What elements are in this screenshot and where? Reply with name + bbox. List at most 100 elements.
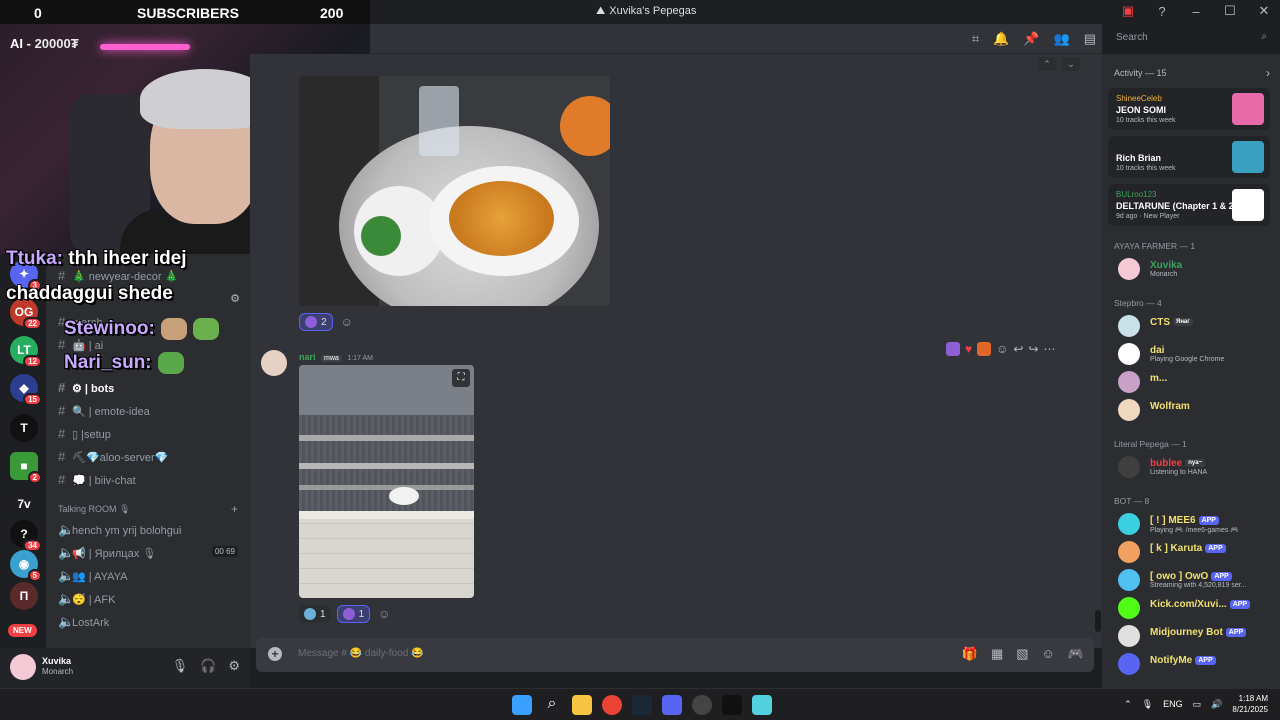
avatar[interactable] xyxy=(10,654,36,680)
server-settings-icon[interactable]: ⚙ xyxy=(230,292,240,305)
member-item[interactable]: Kick.com/Xuvi... APP xyxy=(1118,596,1278,620)
add-reaction-icon[interactable]: ☺ xyxy=(376,605,392,623)
channel-list: ⚙ # 🎄 newyear-decor 🎄 # merch # 🤖 | ai # ⚙ |… xyxy=(46,254,250,648)
message-author[interactable]: nari xyxy=(299,352,316,362)
scrollbar[interactable] xyxy=(1095,610,1101,632)
inbox-icon[interactable]: ▣ xyxy=(1120,3,1136,19)
maximize-button[interactable]: ☐ xyxy=(1222,3,1238,19)
network-icon[interactable]: ▭ xyxy=(1193,699,1202,710)
epic-games-icon[interactable] xyxy=(722,695,742,715)
search-icon[interactable]: ⌕ xyxy=(542,695,562,715)
member-item[interactable]: Xuvika Monarch xyxy=(1118,257,1278,281)
member-item[interactable]: CTS Янаг xyxy=(1118,314,1278,338)
heart-icon[interactable]: ♥ xyxy=(965,342,972,356)
discord-icon[interactable] xyxy=(662,695,682,715)
channel-item[interactable]: # 🎄 newyear-decor 🎄 xyxy=(58,268,178,283)
server-icon-9[interactable]: ◉ 5 xyxy=(10,550,42,582)
voice-channel[interactable]: 🔈👥 | AYAYA xyxy=(58,568,127,584)
voice-channel[interactable]: 🔈📢 | Ярилцах 🎙 xyxy=(58,545,156,561)
channel-item[interactable]: # ▯ |setup xyxy=(58,426,111,441)
gift-icon[interactable]: 🎁 xyxy=(962,646,978,662)
server-icon-5[interactable]: T xyxy=(10,414,38,442)
server-icon-8[interactable]: ? 34 xyxy=(10,520,42,552)
quick-reaction-icon[interactable] xyxy=(977,342,992,356)
members-icon[interactable]: 👥 xyxy=(1054,31,1070,47)
microphone-icon[interactable]: 🎙 xyxy=(1142,699,1153,710)
member-item[interactable]: m... xyxy=(1118,370,1278,394)
member-item[interactable]: [ owo ] OwO APP Streaming with 4,520,819 … xyxy=(1118,568,1278,592)
image-platform-edge xyxy=(299,511,474,519)
minimize-button[interactable]: – xyxy=(1188,4,1204,19)
forward-icon[interactable]: ↪ xyxy=(1028,342,1038,356)
pin-icon[interactable]: 📌 xyxy=(1023,31,1039,47)
channel-item[interactable]: # 🔍 | emote-idea xyxy=(58,403,150,418)
more-icon[interactable]: ⋯ xyxy=(1044,342,1056,356)
steam-icon[interactable] xyxy=(632,695,652,715)
settings-gear-icon[interactable]: ⚙ xyxy=(228,658,240,674)
add-channel-icon[interactable]: + xyxy=(231,502,238,516)
channel-item-active[interactable]: # ⚙ | bots xyxy=(58,380,114,395)
food-image-attachment[interactable] xyxy=(299,76,610,306)
voice-channel[interactable]: 🔈😴 | AFK xyxy=(58,591,115,607)
reaction[interactable]: 2 xyxy=(299,313,333,331)
file-explorer-icon[interactable] xyxy=(572,695,592,715)
train-image-attachment[interactable]: ⛶ xyxy=(299,365,474,598)
voice-category[interactable]: Talking ROOM 🎙 xyxy=(58,504,130,515)
author-tag: mwa xyxy=(321,355,342,362)
server-icon-7[interactable]: 7v xyxy=(10,490,38,518)
chevron-right-icon[interactable]: › xyxy=(1266,66,1270,80)
gif-icon[interactable]: ▦ xyxy=(991,646,1003,662)
avatar[interactable] xyxy=(261,350,287,376)
expand-icon[interactable]: ⛶ xyxy=(452,369,470,387)
quick-reaction-icon[interactable] xyxy=(946,342,960,356)
activity-card[interactable]: BULroo123 DELTARUNE (Chapter 1 & 2... 9d… xyxy=(1108,184,1270,226)
server-icon-4[interactable]: ◆ 15 xyxy=(10,374,42,406)
gamepad-icon[interactable]: 🎮 xyxy=(1068,646,1084,662)
reaction[interactable]: 1 xyxy=(299,605,331,623)
reply-icon[interactable]: ↩ xyxy=(1013,342,1023,356)
threads-icon[interactable]: ⌗ xyxy=(972,31,979,47)
channel-item[interactable]: # 💭 | biiv-chat xyxy=(58,472,136,487)
close-button[interactable]: ✕ xyxy=(1256,3,1272,19)
chevron-up-icon[interactable]: ⌃ xyxy=(1124,699,1132,710)
member-item[interactable]: NotifyMe APP xyxy=(1118,652,1278,676)
server-icon-6[interactable]: ■ 2 xyxy=(10,452,42,484)
microphone-icon[interactable]: 🎙 xyxy=(172,658,189,674)
voice-channel[interactable]: 🔈LostArk xyxy=(58,614,109,630)
server-icon-3[interactable]: LT 12 xyxy=(10,336,42,368)
language-indicator[interactable]: ENG xyxy=(1163,699,1183,709)
help-icon[interactable]: ? xyxy=(1154,4,1170,19)
chevron-up-icon[interactable]: ⌃ xyxy=(1038,57,1056,71)
reaction[interactable]: 1 xyxy=(336,605,371,623)
member-item[interactable]: Wolfram xyxy=(1118,398,1278,422)
channel-item[interactable]: # ⛏💎aloo-server💎 xyxy=(58,449,168,464)
chevron-down-icon[interactable]: ⌄ xyxy=(1062,57,1080,71)
search-input[interactable]: Search ⌕ xyxy=(1110,28,1272,48)
notepad-icon[interactable] xyxy=(752,695,772,715)
chrome-icon[interactable] xyxy=(602,695,622,715)
activity-card[interactable]: Rich Brian 10 tracks this week xyxy=(1108,136,1270,178)
member-item[interactable]: dai Playing Google Chrome xyxy=(1118,342,1278,366)
add-reaction-icon[interactable]: ☺ xyxy=(339,313,355,331)
volume-icon[interactable]: 🔊 xyxy=(1211,699,1222,710)
speaker-icon: 🔈 xyxy=(58,522,75,537)
windows-start-icon[interactable] xyxy=(512,695,532,715)
attach-plus-icon[interactable]: + xyxy=(268,647,282,661)
clock[interactable]: 1:18 AM 8/21/2025 xyxy=(1232,693,1268,715)
bell-icon[interactable]: 🔔 xyxy=(993,31,1009,47)
emoji-icon[interactable]: ☺ xyxy=(1042,646,1055,662)
server-icon-10[interactable]: Π xyxy=(10,582,38,610)
voice-channel[interactable]: 🔈hench ym yrij bolohgui xyxy=(58,522,181,538)
message-composer[interactable]: + Message # 😂 daily-food 😂 🎁 ▦ ▧ ☺ 🎮 xyxy=(256,638,1094,672)
activity-card[interactable]: ShineeCeleb JEON SOMI 10 tracks this wee… xyxy=(1108,88,1270,130)
message-input[interactable]: Message # 😂 daily-food 😂 xyxy=(298,648,424,659)
add-reaction-icon[interactable]: ☺ xyxy=(996,342,1008,356)
member-item[interactable]: [ ! ] MEE6 APP Playing 🎮 /mee6-games 🎮 xyxy=(1118,512,1278,536)
headphones-icon[interactable]: 🎧 xyxy=(200,658,216,674)
inbox-icon[interactable]: ▤ xyxy=(1084,31,1096,47)
member-item[interactable]: [ k ] Karuta APP xyxy=(1118,540,1278,564)
member-item[interactable]: bublee nya~ Listening to HANA xyxy=(1118,455,1278,479)
sticker-icon[interactable]: ▧ xyxy=(1016,646,1028,662)
app-icon[interactable] xyxy=(692,695,712,715)
member-item[interactable]: Midjourney Bot APP xyxy=(1118,624,1278,648)
